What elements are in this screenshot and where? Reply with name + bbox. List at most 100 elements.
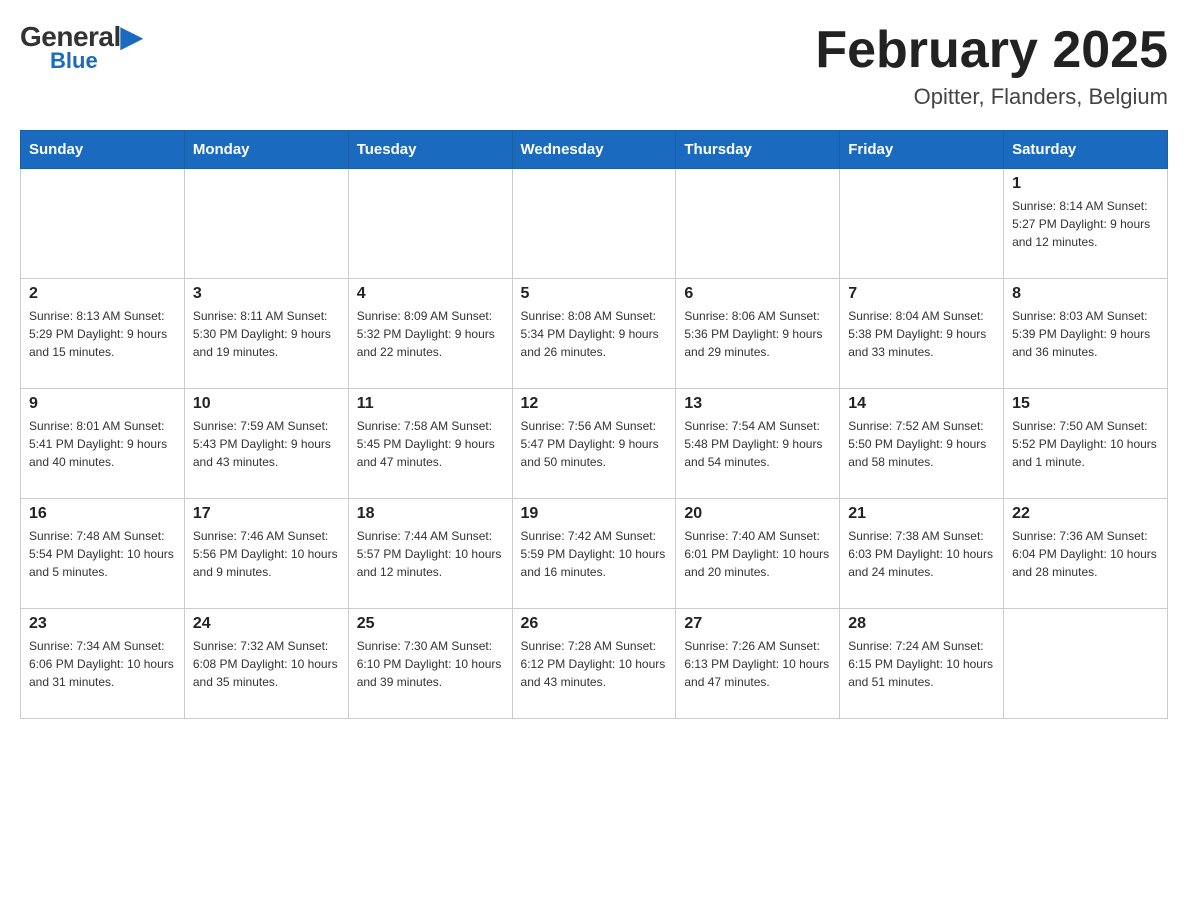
calendar-cell [348,169,512,279]
calendar-cell: 22 Sunrise: 7:36 AM Sunset: 6:04 PM Dayli… [1004,499,1168,609]
logo-blue: Blue [50,48,98,74]
day-number: 21 [848,505,995,523]
day-info: Sunrise: 8:08 AM Sunset: 5:34 PM Dayligh… [521,307,668,361]
calendar-cell: 8 Sunrise: 8:03 AM Sunset: 5:39 PM Daylig… [1004,279,1168,389]
calendar-cell: 28 Sunrise: 7:24 AM Sunset: 6:15 PM Dayli… [840,609,1004,719]
calendar-title: February 2025 [815,20,1168,80]
day-info: Sunrise: 8:01 AM Sunset: 5:41 PM Dayligh… [29,417,176,471]
calendar-cell: 27 Sunrise: 7:26 AM Sunset: 6:13 PM Dayli… [676,609,840,719]
header-friday: Friday [840,131,1004,169]
header-tuesday: Tuesday [348,131,512,169]
day-info: Sunrise: 8:04 AM Sunset: 5:38 PM Dayligh… [848,307,995,361]
calendar-cell [840,169,1004,279]
calendar-cell: 11 Sunrise: 7:58 AM Sunset: 5:45 PM Dayli… [348,389,512,499]
day-info: Sunrise: 7:42 AM Sunset: 5:59 PM Dayligh… [521,527,668,581]
day-info: Sunrise: 7:26 AM Sunset: 6:13 PM Dayligh… [684,637,831,691]
header-wednesday: Wednesday [512,131,676,169]
day-info: Sunrise: 8:14 AM Sunset: 5:27 PM Dayligh… [1012,197,1159,251]
day-number: 28 [848,615,995,633]
calendar-cell: 15Sunrise: 7:50 AM Sunset: 5:52 PM Dayli… [1004,389,1168,499]
calendar-cell: 14 Sunrise: 7:52 AM Sunset: 5:50 PM Dayli… [840,389,1004,499]
calendar-cell: 25 Sunrise: 7:30 AM Sunset: 6:10 PM Dayli… [348,609,512,719]
day-number: 11 [357,395,504,413]
calendar-cell [184,169,348,279]
day-info: Sunrise: 7:54 AM Sunset: 5:48 PM Dayligh… [684,417,831,471]
weekday-header-row: Sunday Monday Tuesday Wednesday Thursday… [21,131,1168,169]
day-info: Sunrise: 7:34 AM Sunset: 6:06 PM Dayligh… [29,637,176,691]
day-number: 4 [357,285,504,303]
day-number: 7 [848,285,995,303]
day-number: 8 [1012,285,1159,303]
day-number: 27 [684,615,831,633]
calendar-cell: 23 Sunrise: 7:34 AM Sunset: 6:06 PM Dayli… [21,609,185,719]
day-number: 26 [521,615,668,633]
calendar-cell: 10 Sunrise: 7:59 AM Sunset: 5:43 PM Dayli… [184,389,348,499]
calendar-cell: 9 Sunrise: 8:01 AM Sunset: 5:41 PM Daylig… [21,389,185,499]
calendar-cell: 19 Sunrise: 7:42 AM Sunset: 5:59 PM Dayli… [512,499,676,609]
logo: General▶ Blue [20,20,142,74]
calendar-subtitle: Opitter, Flanders, Belgium [815,84,1168,110]
day-number: 1 [1012,175,1159,193]
calendar-cell: 18Sunrise: 7:44 AM Sunset: 5:57 PM Dayli… [348,499,512,609]
logo-triangle-icon: ▶ [121,21,142,52]
header-sunday: Sunday [21,131,185,169]
day-info: Sunrise: 7:59 AM Sunset: 5:43 PM Dayligh… [193,417,340,471]
calendar-table: Sunday Monday Tuesday Wednesday Thursday… [20,130,1168,719]
day-number: 9 [29,395,176,413]
day-info: Sunrise: 7:52 AM Sunset: 5:50 PM Dayligh… [848,417,995,471]
calendar-header: Sunday Monday Tuesday Wednesday Thursday… [21,131,1168,169]
header-saturday: Saturday [1004,131,1168,169]
day-number: 3 [193,285,340,303]
day-info: Sunrise: 7:40 AM Sunset: 6:01 PM Dayligh… [684,527,831,581]
title-block: February 2025 Opitter, Flanders, Belgium [815,20,1168,110]
calendar-cell: 24 Sunrise: 7:32 AM Sunset: 6:08 PM Dayli… [184,609,348,719]
calendar-cell [21,169,185,279]
day-number: 16 [29,505,176,523]
calendar-cell: 20 Sunrise: 7:40 AM Sunset: 6:01 PM Dayli… [676,499,840,609]
calendar-cell: 12 Sunrise: 7:56 AM Sunset: 5:47 PM Dayli… [512,389,676,499]
calendar-week-row: 1 Sunrise: 8:14 AM Sunset: 5:27 PM Daylig… [21,169,1168,279]
day-number: 5 [521,285,668,303]
calendar-week-row: 23 Sunrise: 7:34 AM Sunset: 6:06 PM Dayli… [21,609,1168,719]
day-info: Sunrise: 7:56 AM Sunset: 5:47 PM Dayligh… [521,417,668,471]
calendar-cell: 1 Sunrise: 8:14 AM Sunset: 5:27 PM Daylig… [1004,169,1168,279]
day-number: 24 [193,615,340,633]
calendar-cell: 17Sunrise: 7:46 AM Sunset: 5:56 PM Dayli… [184,499,348,609]
day-info: Sunrise: 7:30 AM Sunset: 6:10 PM Dayligh… [357,637,504,691]
calendar-cell: 2Sunrise: 8:13 AM Sunset: 5:29 PM Daylig… [21,279,185,389]
day-info: Sunrise: 7:46 AM Sunset: 5:56 PM Dayligh… [193,527,340,581]
day-info: Sunrise: 7:58 AM Sunset: 5:45 PM Dayligh… [357,417,504,471]
calendar-cell: 6Sunrise: 8:06 AM Sunset: 5:36 PM Daylig… [676,279,840,389]
day-info: Sunrise: 8:03 AM Sunset: 5:39 PM Dayligh… [1012,307,1159,361]
calendar-cell: 13 Sunrise: 7:54 AM Sunset: 5:48 PM Dayli… [676,389,840,499]
day-info: Sunrise: 7:32 AM Sunset: 6:08 PM Dayligh… [193,637,340,691]
calendar-cell: 4 Sunrise: 8:09 AM Sunset: 5:32 PM Daylig… [348,279,512,389]
day-number: 22 [1012,505,1159,523]
day-info: Sunrise: 7:36 AM Sunset: 6:04 PM Dayligh… [1012,527,1159,581]
day-number: 19 [521,505,668,523]
day-number: 14 [848,395,995,413]
day-info: Sunrise: 7:38 AM Sunset: 6:03 PM Dayligh… [848,527,995,581]
day-info: Sunrise: 8:11 AM Sunset: 5:30 PM Dayligh… [193,307,340,361]
day-number: 20 [684,505,831,523]
calendar-cell [512,169,676,279]
day-number: 13 [684,395,831,413]
day-number: 25 [357,615,504,633]
day-number: 23 [29,615,176,633]
day-info: Sunrise: 7:50 AM Sunset: 5:52 PM Dayligh… [1012,417,1159,471]
day-info: Sunrise: 7:24 AM Sunset: 6:15 PM Dayligh… [848,637,995,691]
day-info: Sunrise: 8:09 AM Sunset: 5:32 PM Dayligh… [357,307,504,361]
day-number: 6 [684,285,831,303]
day-number: 12 [521,395,668,413]
calendar-week-row: 16Sunrise: 7:48 AM Sunset: 5:54 PM Dayli… [21,499,1168,609]
calendar-cell: 3 Sunrise: 8:11 AM Sunset: 5:30 PM Daylig… [184,279,348,389]
page-header: General▶ Blue February 2025 Opitter, Fla… [20,20,1168,110]
calendar-cell: 16Sunrise: 7:48 AM Sunset: 5:54 PM Dayli… [21,499,185,609]
day-number: 10 [193,395,340,413]
day-info: Sunrise: 7:28 AM Sunset: 6:12 PM Dayligh… [521,637,668,691]
day-number: 2 [29,285,176,303]
calendar-cell: 26 Sunrise: 7:28 AM Sunset: 6:12 PM Dayli… [512,609,676,719]
day-info: Sunrise: 7:44 AM Sunset: 5:57 PM Dayligh… [357,527,504,581]
calendar-cell: 5 Sunrise: 8:08 AM Sunset: 5:34 PM Daylig… [512,279,676,389]
header-monday: Monday [184,131,348,169]
